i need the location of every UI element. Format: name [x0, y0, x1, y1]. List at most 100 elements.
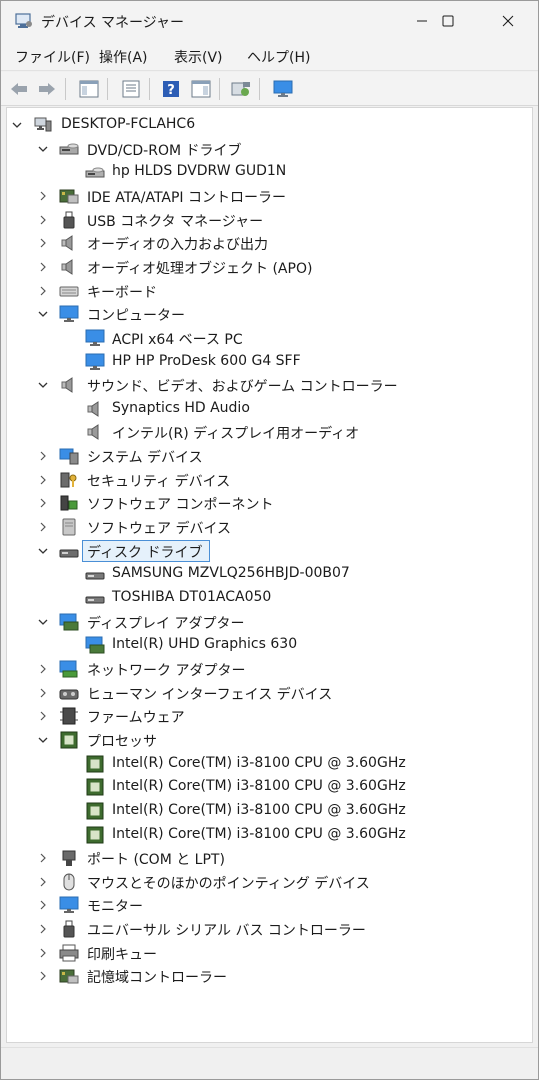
chevron-right-icon[interactable]	[35, 846, 51, 870]
action-pane-button[interactable]	[189, 78, 213, 100]
chevron-down-icon[interactable]	[35, 610, 51, 634]
tree-category[interactable]: ソフトウェア コンポーネント	[7, 491, 527, 515]
chevron-right-icon[interactable]	[35, 208, 51, 232]
tree-device[interactable]: TOSHIBA DT01ACA050	[7, 586, 527, 610]
chevron-down-icon[interactable]	[9, 113, 25, 137]
chevron-down-icon[interactable]	[35, 302, 51, 326]
chevron-down-icon[interactable]	[35, 137, 51, 161]
processor-icon	[60, 731, 78, 749]
tree-device[interactable]: Intel(R) Core(TM) i3-8100 CPU @ 3.60GHz	[7, 752, 527, 776]
chevron-right-icon[interactable]	[35, 704, 51, 728]
chevron-down-icon[interactable]	[35, 539, 51, 563]
tree-category[interactable]: モニター	[7, 893, 527, 917]
tree-category[interactable]: DVD/CD-ROM ドライブ	[7, 137, 527, 161]
tree-category[interactable]: コンピューター	[7, 302, 527, 326]
chevron-down-icon[interactable]	[35, 373, 51, 397]
tree-category[interactable]: 記憶域コントローラー	[7, 964, 527, 988]
tree-category[interactable]: セキュリティ デバイス	[7, 468, 527, 492]
tree-category[interactable]: USB コネクタ マネージャー	[7, 208, 527, 232]
speaker-icon	[61, 235, 73, 252]
tree-category[interactable]: ディスク ドライブ	[7, 539, 527, 563]
tree-category[interactable]: ソフトウェア デバイス	[7, 515, 527, 539]
tree-category-label: モニター	[87, 899, 143, 916]
chevron-right-icon[interactable]	[35, 681, 51, 705]
tree-category-label: DVD/CD-ROM ドライブ	[87, 142, 242, 159]
monitor-toolbar-button[interactable]	[271, 78, 295, 100]
chevron-right-icon[interactable]	[35, 515, 51, 539]
tree-device[interactable]: HP HP ProDesk 600 G4 SFF	[7, 350, 527, 374]
tree-device[interactable]: Synaptics HD Audio	[7, 397, 527, 421]
tree-category[interactable]: ネットワーク アダプター	[7, 657, 527, 681]
tree-category[interactable]: 印刷キュー	[7, 941, 527, 965]
chevron-right-icon[interactable]	[35, 468, 51, 492]
chevron-right-icon[interactable]	[35, 893, 51, 917]
show-hide-console-tree-button[interactable]	[77, 78, 101, 100]
display-adapter-icon	[59, 613, 79, 631]
tree-category[interactable]: ヒューマン インターフェイス デバイス	[7, 681, 527, 705]
chevron-right-icon[interactable]	[35, 964, 51, 988]
tree-category[interactable]: キーボード	[7, 279, 527, 303]
tree-device-label: Intel(R) Core(TM) i3-8100 CPU @ 3.60GHz	[112, 801, 406, 818]
tree-category-label: ソフトウェア デバイス	[87, 521, 232, 538]
tree-device[interactable]: インテル(R) ディスプレイ用オーディオ	[7, 420, 527, 444]
chevron-right-icon[interactable]	[35, 870, 51, 894]
tree-category-label: サウンド、ビデオ、およびゲーム コントローラー	[87, 379, 398, 396]
menu-view[interactable]: 表示(V)	[174, 47, 223, 67]
tree-category[interactable]: プロセッサ	[7, 728, 527, 752]
tree-device[interactable]: Intel(R) UHD Graphics 630	[7, 633, 527, 657]
tree-category[interactable]: ファームウェア	[7, 704, 527, 728]
tree-device[interactable]: Intel(R) Core(TM) i3-8100 CPU @ 3.60GHz	[7, 799, 527, 823]
toolbar-separator	[65, 78, 66, 100]
tree-device-label: SAMSUNG MZVLQ256HBJD-00B07	[112, 565, 350, 582]
tree-category[interactable]: オーディオ処理オブジェクト (APO)	[7, 255, 527, 279]
tree-category[interactable]: システム デバイス	[7, 444, 527, 468]
tree-category[interactable]: ユニバーサル シリアル バス コントローラー	[7, 917, 527, 941]
hid-icon	[59, 689, 79, 700]
chevron-down-icon[interactable]	[35, 728, 51, 752]
scan-hardware-button[interactable]	[229, 78, 253, 100]
tree-device[interactable]: hp HLDS DVDRW GUD1N	[7, 160, 527, 184]
tree-category[interactable]: ポート (COM と LPT)	[7, 846, 527, 870]
keyboard-icon	[59, 286, 79, 297]
tree-category-label: オーディオの入力および出力	[87, 237, 269, 254]
menu-file[interactable]: ファイル(F)	[15, 47, 90, 67]
back-button[interactable]	[7, 78, 31, 100]
tree-category-label: IDE ATA/ATAPI コントローラー	[87, 189, 287, 206]
forward-button[interactable]	[35, 78, 59, 100]
mouse-icon	[63, 873, 75, 891]
chevron-right-icon[interactable]	[35, 279, 51, 303]
network-adapter-icon	[59, 660, 78, 678]
chevron-right-icon[interactable]	[35, 184, 51, 208]
tree-category[interactable]: サウンド、ビデオ、およびゲーム コントローラー	[7, 373, 527, 397]
disk-device-icon	[85, 596, 105, 604]
tree-device[interactable]: SAMSUNG MZVLQ256HBJD-00B07	[7, 562, 527, 586]
device-manager-window: デバイス マネージャー ファイル(F) 操作(A) 表示(V) ヘルプ(H) ?…	[0, 0, 539, 1080]
tree-device[interactable]: Intel(R) Core(TM) i3-8100 CPU @ 3.60GHz	[7, 823, 527, 847]
tree-root[interactable]: DESKTOP-FCLAHC6	[7, 113, 527, 137]
tree-category[interactable]: マウスとそのほかのポインティング デバイス	[7, 870, 527, 894]
chevron-right-icon[interactable]	[35, 657, 51, 681]
help-button[interactable]: ?	[159, 78, 183, 100]
properties-button[interactable]	[119, 78, 143, 100]
window-title: デバイス マネージャー	[41, 15, 185, 31]
device-tree[interactable]: DESKTOP-FCLAHC6 DVD/CD-ROM ドライブ hp HLDS DV…	[6, 107, 533, 1043]
tree-category[interactable]: オーディオの入力および出力	[7, 231, 527, 255]
tree-category-label: ファームウェア	[87, 710, 185, 727]
chevron-right-icon[interactable]	[35, 917, 51, 941]
close-button[interactable]	[485, 1, 531, 41]
tree-category-label: ユニバーサル シリアル バス コントローラー	[87, 923, 366, 940]
menu-action[interactable]: 操作(A)	[99, 47, 148, 67]
tree-device[interactable]: ACPI x64 ベース PC	[7, 326, 527, 350]
tree-device[interactable]: Intel(R) Core(TM) i3-8100 CPU @ 3.60GHz	[7, 775, 527, 799]
chevron-right-icon[interactable]	[35, 255, 51, 279]
chevron-right-icon[interactable]	[35, 491, 51, 515]
tree-category[interactable]: IDE ATA/ATAPI コントローラー	[7, 184, 527, 208]
chevron-right-icon[interactable]	[35, 231, 51, 255]
maximize-button[interactable]	[425, 1, 471, 41]
tree-category[interactable]: ディスプレイ アダプター	[7, 610, 527, 634]
menu-help[interactable]: ヘルプ(H)	[247, 47, 310, 67]
chevron-right-icon[interactable]	[35, 444, 51, 468]
action-pane-icon	[191, 80, 211, 98]
title-bar[interactable]: デバイス マネージャー	[1, 1, 538, 41]
chevron-right-icon[interactable]	[35, 941, 51, 965]
